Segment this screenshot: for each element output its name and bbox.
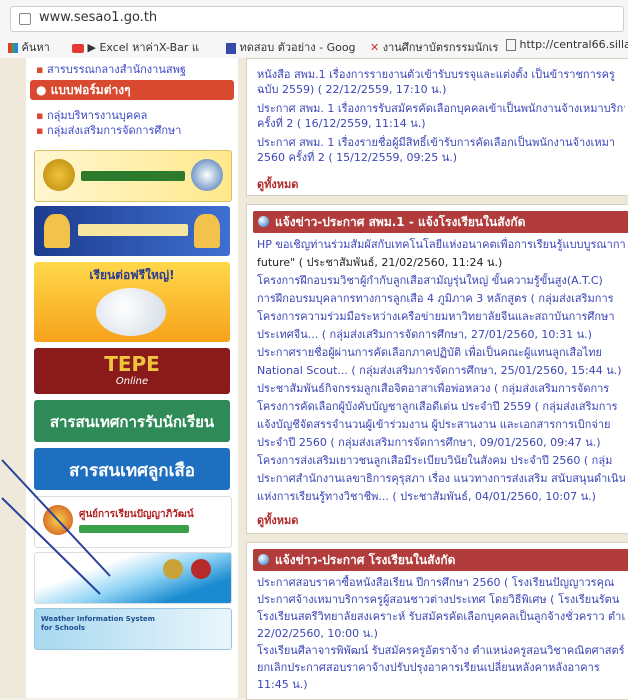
- news-item[interactable]: แจ้งบัญชีจัดสรรจำนวนผู้เข้าร่วมงาน ผู้ปร…: [257, 417, 625, 432]
- announcement-panel-1: หนังสือ สพม.1 เรื่องการรายงานตัวเข้ารับบ…: [246, 58, 628, 196]
- news-item[interactable]: โรงเรียนศีลาจารพิพัฒน์ รับสมัครครูอัตราจ…: [257, 643, 625, 658]
- news-item[interactable]: National Scout... ( กลุ่มส่งเสริมการจัดก…: [257, 363, 625, 378]
- news-item[interactable]: โครงการความร่วมมือระหว่างเครือข่ายมหาวิท…: [257, 309, 625, 324]
- weather-banner[interactable]: Weather Information System for Schools: [34, 608, 232, 650]
- news-item[interactable]: โครงการส่งเสริมเยาวชนลูกเสือมีระเบียบวิน…: [257, 453, 625, 468]
- emblem-icon: [191, 159, 223, 191]
- news-item[interactable]: HP ขอเชิญท่านร่วมสัมผัสกับเทคโนโลยีแห่งอ…: [257, 237, 625, 252]
- piggy-bank-icon: [96, 288, 166, 336]
- bookmark-x-icon: ✕: [370, 41, 379, 54]
- bookmark-label: ▶ Excel หาค่าX-Bar แ: [88, 41, 200, 54]
- news-item[interactable]: การฝึกอบรมบุคลากรทางการลูกเสือ 4 ภูมิภาค…: [257, 291, 625, 306]
- news-item[interactable]: ประกาศจ้างเหมาบริการครูผู้สอนชาวต่างประเ…: [257, 592, 625, 607]
- news-item[interactable]: โครงการฝึกอบรมวิชาผู้กำกับลูกเสือสามัญรุ…: [257, 273, 625, 288]
- panel-header: แจ้งข่าว-ประกาศ โรงเรียนในสังกัด: [253, 549, 628, 571]
- apps-icon: [8, 43, 18, 53]
- news-item[interactable]: ประจำปี 2560 ( กลุ่มส่งเสริมการจัดการศึก…: [257, 435, 625, 450]
- link-education-forms[interactable]: ▪ กลุ่มส่งเสริมการจัดการศึกษา: [36, 121, 182, 139]
- news-item-date[interactable]: ครั้งที่ 2 ( 16/12/2559, 11:14 น.): [257, 116, 625, 131]
- piggy-bank-banner[interactable]: เรียนต่อฟรีใหญ่!: [34, 262, 230, 342]
- bookmarks-bar: ค้นหา ▶ Excel หาค่าX-Bar แ ทดสอบ ตัวอย่า…: [0, 34, 628, 58]
- view-all-link[interactable]: ดูทั้งหมด: [257, 511, 298, 529]
- tepe-banner[interactable]: TEPE Online: [34, 348, 230, 394]
- news-item[interactable]: ประกาศ สพม. 1 เรื่องรายชื่อผู้มีสิทธิ์เข…: [257, 135, 625, 150]
- seal-icon: [191, 559, 211, 579]
- news-item[interactable]: โรงเรียนสตรีวิทยาลัยสงเคราะห์ รับสมัครคั…: [257, 609, 625, 624]
- seal-icon: [163, 559, 183, 579]
- school-logo-banner[interactable]: [34, 150, 232, 202]
- admission-info-banner[interactable]: สารสนเทศการรับนักเรียน: [34, 400, 230, 442]
- royal-banner[interactable]: [34, 206, 230, 256]
- bookmark-student-works[interactable]: ✕ งานศึกษาบัตรกรรมนักเร: [370, 38, 498, 56]
- page-icon: [506, 39, 516, 51]
- news-item-date[interactable]: 2560 ครั้งที่ 2 ( 15/12/2559, 09:25 น.): [257, 150, 625, 165]
- bookmark-excel-xbar[interactable]: ▶ Excel หาค่าX-Bar แ: [72, 38, 199, 56]
- bookmark-google-form[interactable]: ทดสอบ ตัวอย่าง - Goog: [226, 38, 356, 56]
- view-all-link[interactable]: ดูทั้งหมด: [257, 175, 298, 193]
- form-icon: [226, 43, 236, 54]
- news-item[interactable]: ประชาสัมพันธ์กิจกรรมลูกเสือจิตอาสาเพื่อพ…: [257, 381, 625, 396]
- bullet-orb-icon: [258, 554, 269, 565]
- panel-header: แจ้งข่าว-ประกาศ สพม.1 - แจ้งโรงเรียนในสั…: [253, 211, 628, 233]
- announcement-panel-3: แจ้งข่าว-ประกาศ โรงเรียนในสังกัด ประกาศส…: [246, 542, 628, 700]
- news-item[interactable]: แห่งการเรียนรู้ทางวิชาชีพ... ( ประชาสัมพ…: [257, 489, 625, 504]
- banner-stripe: [81, 171, 185, 181]
- news-item[interactable]: 22/02/2560, 10:00 น.): [257, 626, 625, 641]
- lantern-icon: [44, 214, 70, 248]
- bookmark-label: งานศึกษาบัตรกรรมนักเร: [383, 41, 499, 54]
- browser-toolbar: www.sesao1.go.th ค้นหา ▶ Excel หาค่าX-Ba…: [0, 0, 628, 62]
- banner-text-strip: [78, 224, 188, 236]
- youtube-icon: [72, 44, 84, 53]
- emblem-icon: [43, 159, 75, 191]
- link-central-doc[interactable]: ▪ สารบรรณกลางสำนักงานสพฐ: [36, 60, 186, 78]
- bullet-icon: ▪: [36, 124, 43, 137]
- bookmark-label: http://central66.silla: [520, 38, 628, 51]
- news-item[interactable]: ประกาศสอบราคาซื้อหนังสือเรียน ปีการศึกษา…: [257, 575, 625, 590]
- annotation-strokes: [0, 458, 120, 598]
- url-text[interactable]: www.sesao1.go.th: [39, 10, 157, 25]
- page-info-icon[interactable]: [19, 13, 31, 25]
- bullet-icon: ▪: [36, 63, 43, 76]
- main-column: หนังสือ สพม.1 เรื่องการรายงานตัวเข้ารับบ…: [246, 58, 628, 698]
- bullet-orb-icon: [258, 216, 269, 227]
- announcement-panel-2: แจ้งข่าว-ประกาศ สพม.1 - แจ้งโรงเรียนในสั…: [246, 204, 628, 534]
- news-item[interactable]: โครงการคัดเลือกผู้บังคับบัญชาลูกเสือดีเด…: [257, 399, 625, 414]
- news-item-date[interactable]: ฉบับ 2559) ( 22/12/2559, 17:10 น.): [257, 82, 625, 97]
- news-item[interactable]: หนังสือ สพม.1 เรื่องการรายงานตัวเข้ารับบ…: [257, 67, 625, 82]
- bookmark-central66[interactable]: http://central66.silla: [506, 38, 628, 51]
- news-item[interactable]: ประกาศรายชื่อผู้ผ่านการคัดเลือกภาคปฏิบัต…: [257, 345, 625, 360]
- address-bar[interactable]: www.sesao1.go.th: [10, 6, 624, 32]
- left-sidebar: ▪ สารบรรณกลางสำนักงานสพฐ ● แบบฟอร์มต่างๆ…: [26, 58, 238, 698]
- news-item[interactable]: future" ( ประชาสัมพันธ์, 21/02/2560, 11:…: [257, 255, 625, 270]
- bookmark-label: ทดสอบ ตัวอย่าง - Goog: [240, 41, 356, 54]
- news-item[interactable]: ประกาศสำนักงานเลขาธิการคุรุสภา เรื่อง แน…: [257, 471, 625, 486]
- bullet-circle-icon: ●: [36, 83, 46, 97]
- news-item[interactable]: ประกาศ สพม. 1 เรื่องการรับสมัครคัดเลือกบ…: [257, 101, 625, 116]
- bookmark-label: ค้นหา: [22, 41, 50, 54]
- news-item[interactable]: ยกเลิกประกาศสอบราคาจ้างปรับปรุงอาคารเรีย…: [257, 660, 625, 675]
- lantern-icon: [194, 214, 220, 248]
- forms-section-header: ● แบบฟอร์มต่างๆ: [30, 80, 234, 100]
- bookmark-apps[interactable]: ค้นหา: [8, 38, 50, 56]
- news-item[interactable]: ประเทศจีน... ( กลุ่มส่งเสริมการจัดการศึก…: [257, 327, 625, 342]
- page-content: ▪ สารบรรณกลางสำนักงานสพฐ ● แบบฟอร์มต่างๆ…: [0, 58, 628, 698]
- news-item[interactable]: 11:45 น.): [257, 677, 625, 692]
